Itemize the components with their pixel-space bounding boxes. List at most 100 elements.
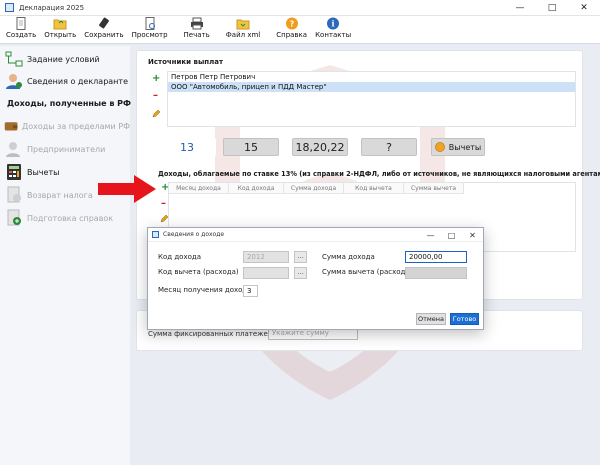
deduction-code-field[interactable] [243,267,289,279]
sidebar-item-label: Предприниматели [27,144,106,154]
income-code-browse-button[interactable]: ... [294,251,307,263]
dialog-maximize-icon[interactable]: □ [441,228,462,242]
sidebar-item-income-rf[interactable]: Доходы, полученные в РФ [0,92,131,114]
deduction-code-label: Код вычета (расхода) [158,268,239,276]
sidebar: Задание условий Сведения о декларанте До… [0,46,131,465]
open-folder-icon [53,19,67,30]
edit-source-icon[interactable] [152,110,160,118]
app-icon [5,3,14,12]
close-icon[interactable]: ✕ [568,0,600,16]
deductions-label: Вычеты [448,142,482,152]
sidebar-item-label: Подготовка справок [27,213,114,223]
xml-folder-icon [236,19,250,30]
deduction-sum-field[interactable] [405,267,467,279]
printer-icon [190,17,203,30]
sidebar-item-label: Доходы, полученные в РФ [7,98,131,108]
column-header[interactable]: Сумма дохода [284,183,344,194]
xml-file-button[interactable]: Файл xml [222,16,264,40]
info-icon: i [327,17,340,30]
create-button[interactable]: Создать [2,16,40,40]
sidebar-item-declarant[interactable]: Сведения о декларанте [0,70,130,92]
print-label: Печать [183,31,210,39]
sidebar-item-income-abroad[interactable]: Доходы за пределами РФ [0,115,130,137]
person-icon [6,74,22,89]
sidebar-item-label: Вычеты [27,167,60,177]
dialog-app-icon [152,231,159,238]
tab-rate-15[interactable]: 15 [223,138,279,156]
sidebar-item-label: Задание условий [27,54,100,64]
open-label: Открыть [44,31,77,39]
column-header[interactable]: Код вычета [344,183,404,194]
save-usb-icon [98,17,109,29]
deductions-button[interactable]: Вычеты [431,138,485,156]
dialog-title: Сведения о доходе [163,231,225,238]
column-header[interactable]: Код дохода [229,183,284,194]
income-details-dialog: Сведения о доходе — □ ✕ Код дохода 2012 … [147,227,484,330]
tab-rate-18-20-22[interactable]: 18,20,22 [292,138,348,156]
income-section-title: Доходы, облагаемые по ставке 13% (из спр… [158,170,600,178]
sidebar-item-label: Сведения о декларанте [27,76,128,86]
calculator-icon [7,164,21,180]
sidebar-item-conditions[interactable]: Задание условий [0,48,130,70]
contacts-button[interactable]: i Контакты [311,16,355,40]
sidebar-item-label: Возврат налога [27,190,93,200]
main-toolbar: Создать Открыть Сохранить Просмотр Печат… [0,16,600,44]
red-arrow-icon [98,175,156,203]
create-label: Создать [6,31,37,39]
remove-source-icon[interactable]: – [153,91,158,101]
cancel-button[interactable]: Отмена [416,313,446,325]
open-button[interactable]: Открыть [40,16,80,40]
sidebar-item-certificates[interactable]: Подготовка справок [0,207,130,229]
dialog-minimize-icon[interactable]: — [420,228,441,242]
list-item[interactable]: ООО "Автомобиль, прицеп и ПДД Мастер" [168,82,575,92]
column-header[interactable]: Сумма вычета [404,183,464,194]
entrepreneur-icon [6,142,20,157]
tab-rate-unknown[interactable]: ? [361,138,417,156]
save-button[interactable]: Сохранить [80,16,127,40]
add-source-icon[interactable]: + [152,74,160,84]
help-icon: ? [285,17,298,30]
column-header[interactable]: Месяц дохода [169,183,229,194]
xml-file-label: Файл xml [225,31,261,39]
income-code-label: Код дохода [158,253,201,261]
window-title: Декларация 2025 [19,3,85,12]
contacts-label: Контакты [315,31,352,39]
wallet-icon [4,122,18,131]
refund-icon [7,186,21,203]
remove-income-icon[interactable]: – [161,199,166,209]
svg-text:?: ? [289,20,294,29]
dialog-close-icon[interactable]: ✕ [462,228,483,242]
document-icon [7,209,21,226]
deduction-code-browse-button[interactable]: ... [294,267,307,279]
help-label: Справка [276,31,308,39]
preview-button[interactable]: Просмотр [128,16,172,40]
settings-tree-icon [5,51,23,67]
sidebar-item-label: Доходы за пределами РФ [21,121,130,131]
tab-rate-13[interactable]: 13 [158,138,216,156]
deductions-icon [434,142,445,152]
income-code-field[interactable]: 2012 [243,251,289,263]
dialog-window-controls: — □ ✕ [420,228,483,242]
list-item[interactable]: Петров Петр Петрович [168,72,575,82]
edit-income-icon[interactable] [160,215,168,223]
deduction-sum-label: Сумма вычета (расхода) [322,268,413,276]
sidebar-item-entrepreneurs[interactable]: Предприниматели [0,138,130,160]
income-month-field[interactable]: 3 [243,285,258,297]
help-button[interactable]: ? Справка [272,16,311,40]
sources-list: Петров Петр Петрович ООО "Автомобиль, пр… [167,71,576,127]
fixed-payments-label: Сумма фиксированных платежей [148,330,273,338]
ok-button[interactable]: Готово [450,313,479,325]
new-file-icon [16,17,26,30]
income-sum-field[interactable]: 20000,00 [405,251,467,263]
minimize-icon[interactable]: — [504,0,536,16]
maximize-icon[interactable]: □ [536,0,568,16]
print-button[interactable]: Печать [180,16,214,40]
window-titlebar: Декларация 2025 — □ ✕ [0,0,600,16]
svg-text:i: i [332,19,335,29]
window-controls: — □ ✕ [504,0,600,16]
save-label: Сохранить [84,31,124,39]
income-sum-label: Сумма дохода [322,253,375,261]
income-month-label: Месяц получения дохода [158,286,252,294]
preview-label: Просмотр [131,31,168,39]
preview-icon [145,17,155,30]
